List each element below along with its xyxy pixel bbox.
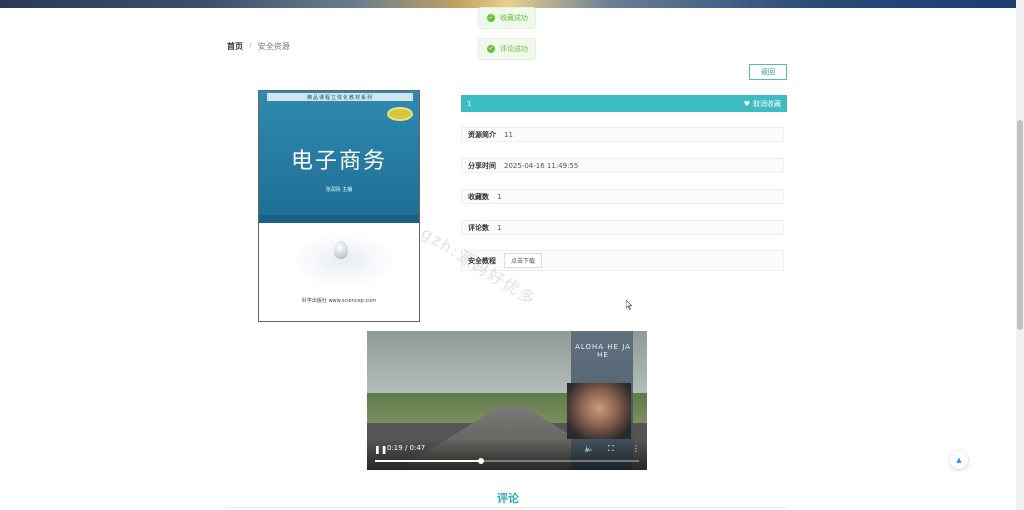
comments-title: 评论 xyxy=(497,492,519,505)
check-circle-icon: ✓ xyxy=(487,14,495,22)
arrow-up-icon: ▲ xyxy=(956,456,962,464)
toast-comment-success: ✓ 评论成功 xyxy=(478,38,536,60)
toast-favorite-success: ✓ 收藏成功 xyxy=(478,7,536,29)
video-progress-fill xyxy=(375,460,481,462)
toast-text: 收藏成功 xyxy=(500,14,528,22)
detail-value: 2025-04-16 11:49:55 xyxy=(504,161,579,170)
back-to-top-button[interactable]: ▲ xyxy=(950,451,968,469)
resource-cover-image: 精品课程立体化教材系列 电子商务 张润彤 主编 科学出版社 www.scienc… xyxy=(258,90,420,322)
check-circle-icon: ✓ xyxy=(487,45,495,53)
resource-title-bar: 1 ♥ 取消收藏 xyxy=(461,95,787,112)
detail-row-tutorial: 安全教程 点击下载 xyxy=(461,250,784,271)
video-progress-knob[interactable] xyxy=(477,458,484,464)
back-button[interactable]: 返回 xyxy=(749,64,787,80)
video-poster-title: ALOHA HE JA HE xyxy=(575,343,631,359)
video-time: 0:19 / 0:47 xyxy=(387,444,426,452)
detail-row-intro: 资源简介 11 xyxy=(461,127,784,142)
cover-band xyxy=(259,215,419,223)
breadcrumb: 首页 / 安全资源 xyxy=(227,41,290,52)
page-scrollbar[interactable] xyxy=(1016,0,1024,510)
cover-water-ripple xyxy=(289,231,399,291)
resource-name: 1 xyxy=(467,99,472,108)
pause-icon[interactable]: ❚❚ xyxy=(374,445,387,454)
toast-text: 评论成功 xyxy=(500,45,528,53)
cover-title: 电子商务 xyxy=(290,149,387,174)
cover-water-drop xyxy=(334,241,348,259)
video-poster-face xyxy=(567,383,631,439)
video-player[interactable]: ALOHA HE JA HE ❚❚ 0:19 / 0:47 🔈 ⛶ ⋮ xyxy=(367,331,647,470)
comments-divider xyxy=(227,507,787,508)
heart-icon: ♥ xyxy=(743,99,750,108)
detail-label: 分享时间 xyxy=(468,161,496,170)
fullscreen-icon[interactable]: ⛶ xyxy=(608,444,614,454)
more-options-icon[interactable]: ⋮ xyxy=(632,444,640,453)
video-progress-bar[interactable] xyxy=(375,458,639,464)
cover-seal-icon xyxy=(387,107,413,121)
download-button[interactable]: 点击下载 xyxy=(504,253,543,268)
unfavorite-label: 取消收藏 xyxy=(753,99,781,108)
detail-row-favorites: 收藏数 1 xyxy=(461,189,784,204)
breadcrumb-separator: / xyxy=(249,41,252,50)
cover-series: 精品课程立体化教材系列 xyxy=(267,93,413,101)
detail-row-comments: 评论数 1 xyxy=(461,220,784,235)
detail-row-share-time: 分享时间 2025-04-16 11:49:55 xyxy=(461,158,784,173)
detail-label: 资源简介 xyxy=(468,130,496,139)
breadcrumb-current: 安全资源 xyxy=(257,42,290,51)
breadcrumb-home[interactable]: 首页 xyxy=(227,41,243,52)
mouse-cursor-icon xyxy=(626,300,632,310)
cover-author: 张润彤 主编 xyxy=(325,187,353,193)
detail-value: 1 xyxy=(497,192,502,201)
scrollbar-thumb[interactable] xyxy=(1017,120,1023,330)
detail-value: 1 xyxy=(497,223,502,232)
detail-value: 11 xyxy=(504,130,513,139)
cover-publisher: 科学出版社 www.sciencep.com xyxy=(301,298,377,304)
detail-label: 收藏数 xyxy=(468,192,489,201)
volume-icon[interactable]: 🔈 xyxy=(584,444,594,453)
unfavorite-button[interactable]: ♥ 取消收藏 xyxy=(744,99,781,109)
detail-label: 评论数 xyxy=(468,223,489,232)
